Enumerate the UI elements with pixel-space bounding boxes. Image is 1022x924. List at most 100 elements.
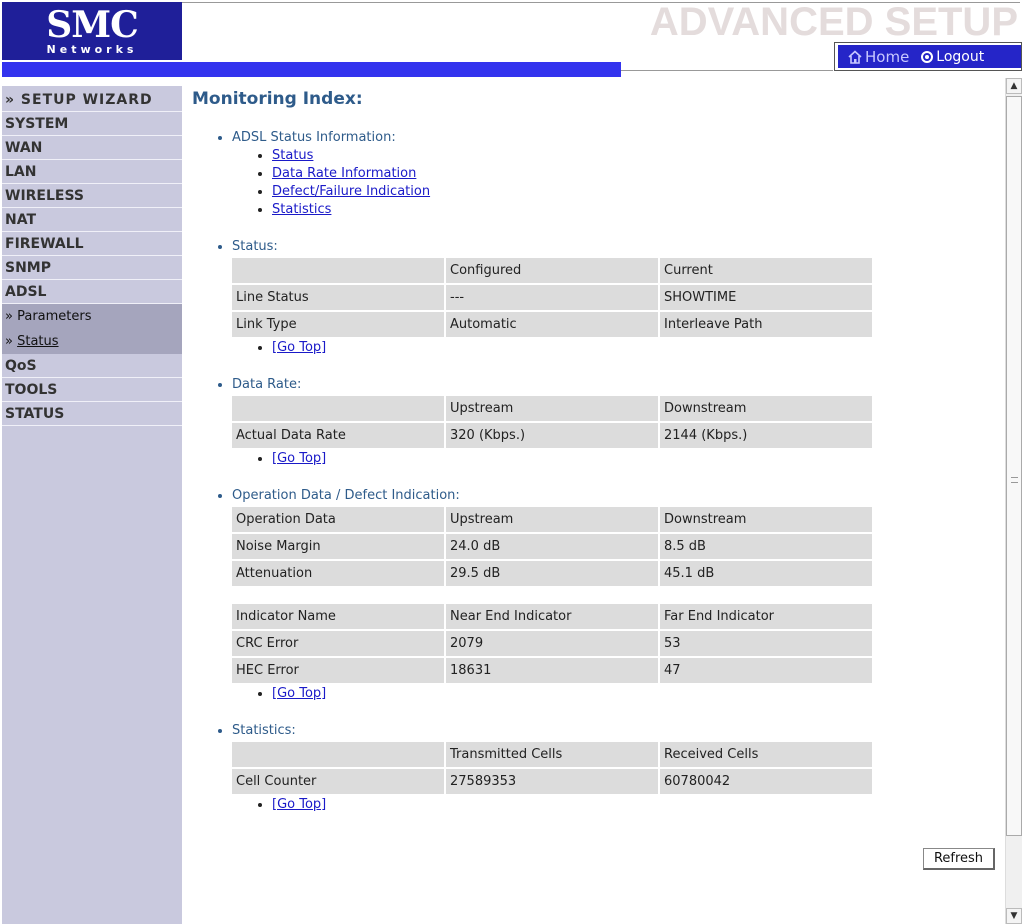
subitem-prefix: » <box>5 309 18 324</box>
index-list: ADSL Status Information: Status Data Rat… <box>192 129 1002 219</box>
link-statistics[interactable]: Statistics <box>272 202 331 217</box>
table-cell: SHOWTIME <box>660 285 872 310</box>
table-header-cell: Operation Data <box>232 507 444 532</box>
table-cell: 45.1 dB <box>660 561 872 586</box>
table-row: Cell Counter 27589353 60780042 <box>232 769 872 794</box>
link-defect-failure[interactable]: Defect/Failure Indication <box>272 184 430 199</box>
logout-label: Logout <box>936 48 985 65</box>
grip-icon <box>1011 477 1018 483</box>
table-cell: Link Type <box>232 312 444 337</box>
sidebar: » SETUP WIZARD SYSTEM WAN LAN WIRELESS N… <box>2 86 182 924</box>
go-top-link[interactable]: [Go Top] <box>272 451 326 466</box>
statistics-section: Statistics: Transmitted Cells Received C… <box>192 722 1002 814</box>
table-header-cell: Upstream <box>446 507 658 532</box>
index-label: ADSL Status Information: <box>232 130 396 145</box>
table-header-row: Operation Data Upstream Downstream <box>232 507 872 532</box>
table-header-cell: Indicator Name <box>232 604 444 629</box>
table-header-cell: Far End Indicator <box>660 604 872 629</box>
table-cell: Automatic <box>446 312 658 337</box>
header-bar-divider <box>621 70 833 71</box>
operation-table: Operation Data Upstream Downstream Noise… <box>230 505 874 588</box>
header-blue-bar <box>2 62 621 77</box>
page-title: Monitoring Index: <box>192 89 363 109</box>
table-header-row: Transmitted Cells Received Cells <box>232 742 872 767</box>
table-cell: 2079 <box>446 631 658 656</box>
logout-link[interactable]: Logout <box>921 49 984 65</box>
home-link[interactable]: Home <box>848 48 909 66</box>
subitem-label: Status <box>17 334 59 349</box>
scroll-up-button[interactable]: ▲ <box>1006 78 1022 94</box>
operation-section: Operation Data / Defect Indication: Oper… <box>192 487 1002 703</box>
page-header-title: ADVANCED SETUP <box>649 0 1018 44</box>
sidebar-item-wireless[interactable]: WIRELESS <box>2 184 182 208</box>
table-cell: 8.5 dB <box>660 534 872 559</box>
link-status[interactable]: Status <box>272 148 313 163</box>
statistics-table: Transmitted Cells Received Cells Cell Co… <box>230 740 874 796</box>
logout-icon <box>921 50 934 63</box>
table-cell: Actual Data Rate <box>232 423 444 448</box>
subitem-prefix: » <box>5 334 18 349</box>
table-cell: Attenuation <box>232 561 444 586</box>
sidebar-item-snmp[interactable]: SNMP <box>2 256 182 280</box>
sidebar-item-nat[interactable]: NAT <box>2 208 182 232</box>
table-row: CRC Error 2079 53 <box>232 631 872 656</box>
table-cell: 29.5 dB <box>446 561 658 586</box>
indicator-table: Indicator Name Near End Indicator Far En… <box>230 602 874 685</box>
sidebar-item-wan[interactable]: WAN <box>2 136 182 160</box>
table-row: Line Status --- SHOWTIME <box>232 285 872 310</box>
sidebar-subitem-parameters[interactable]: » Parameters <box>2 304 182 329</box>
sidebar-item-qos[interactable]: QoS <box>2 354 182 378</box>
table-row: Noise Margin 24.0 dB 8.5 dB <box>232 534 872 559</box>
link-data-rate[interactable]: Data Rate Information <box>272 166 416 181</box>
table-header-cell: Configured <box>446 258 658 283</box>
data-rate-section: Data Rate: Upstream Downstream Actual Da… <box>192 376 1002 468</box>
go-top-link[interactable]: [Go Top] <box>272 340 326 355</box>
table-header-cell: Current <box>660 258 872 283</box>
home-icon <box>848 49 862 64</box>
logo-sub: Networks <box>46 43 138 56</box>
statistics-label: Statistics: <box>232 723 296 738</box>
table-cell: 320 (Kbps.) <box>446 423 658 448</box>
top-nav: Home Logout <box>834 42 1022 71</box>
table-header-row: Upstream Downstream <box>232 396 872 421</box>
table-cell: 24.0 dB <box>446 534 658 559</box>
logo-brand: SMC <box>46 4 139 46</box>
sidebar-item-adsl[interactable]: ADSL <box>2 280 182 304</box>
data-rate-label: Data Rate: <box>232 377 302 392</box>
vertical-scrollbar[interactable]: ▲ ▼ <box>1005 78 1022 924</box>
home-label: Home <box>865 47 910 66</box>
table-cell: HEC Error <box>232 658 444 683</box>
go-top-link[interactable]: [Go Top] <box>272 797 326 812</box>
table-header-cell <box>232 396 444 421</box>
sidebar-item-firewall[interactable]: FIREWALL <box>2 232 182 256</box>
scroll-thumb[interactable] <box>1006 96 1022 836</box>
table-cell: Interleave Path <box>660 312 872 337</box>
table-cell: Noise Margin <box>232 534 444 559</box>
go-top-link[interactable]: [Go Top] <box>272 686 326 701</box>
sidebar-item-system[interactable]: SYSTEM <box>2 112 182 136</box>
subitem-label: Parameters <box>17 309 92 324</box>
table-cell: 18631 <box>446 658 658 683</box>
table-cell: --- <box>446 285 658 310</box>
sidebar-subitem-status[interactable]: » Status <box>2 329 182 354</box>
sidebar-item-setup-wizard[interactable]: » SETUP WIZARD <box>2 86 182 112</box>
table-header-row: Indicator Name Near End Indicator Far En… <box>232 604 872 629</box>
scroll-down-button[interactable]: ▼ <box>1006 908 1022 924</box>
sidebar-item-tools[interactable]: TOOLS <box>2 378 182 402</box>
smc-logo: SMC Networks <box>2 2 182 60</box>
table-cell: Cell Counter <box>232 769 444 794</box>
data-rate-table: Upstream Downstream Actual Data Rate 320… <box>230 394 874 450</box>
index-section: ADSL Status Information: Status Data Rat… <box>232 129 1002 219</box>
refresh-button[interactable]: Refresh <box>923 848 995 870</box>
table-cell: Line Status <box>232 285 444 310</box>
table-header-row: Configured Current <box>232 258 872 283</box>
sidebar-item-lan[interactable]: LAN <box>2 160 182 184</box>
table-row: HEC Error 18631 47 <box>232 658 872 683</box>
table-header-cell <box>232 742 444 767</box>
table-header-cell: Received Cells <box>660 742 872 767</box>
status-section: Status: Configured Current Line Status -… <box>192 238 1002 357</box>
table-cell: 47 <box>660 658 872 683</box>
table-header-cell <box>232 258 444 283</box>
sidebar-item-status[interactable]: STATUS <box>2 402 182 426</box>
table-header-cell: Downstream <box>660 507 872 532</box>
